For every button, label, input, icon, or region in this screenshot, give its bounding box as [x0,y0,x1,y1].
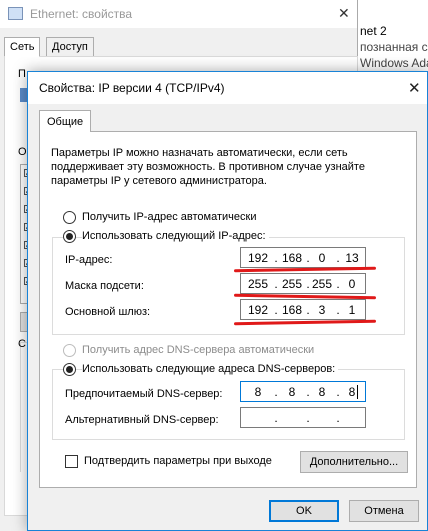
preferred-dns-label: Предпочитаемый DNS-сервер: [65,388,223,400]
gateway-octet: 168 [281,303,303,317]
connection-name: net 2 [360,24,387,38]
ip-auto-radio[interactable] [63,211,76,224]
network-adapter-icon [8,7,23,20]
dns-auto-label: Получить адрес DNS-сервера автоматически [82,344,315,356]
octet-separator: . [274,251,278,265]
ip-octet: 168 [281,251,303,265]
ip-address-label: IP-адрес: [65,254,113,266]
tab-general[interactable]: Общие [39,110,92,132]
alternate-dns-label: Альтернативный DNS-сервер: [65,414,219,426]
ip-auto-label: Получить IP-адрес автоматически [82,211,257,223]
partial-label: С [18,338,26,350]
gateway-octet: 192 [247,303,269,317]
gateway-octet: 1 [348,303,356,317]
ip-octet: 192 [247,251,269,265]
ip-octet: 13 [345,251,359,265]
ethernet-window-titlebar: Ethernet: свойства ✕ [0,0,357,28]
close-icon[interactable]: ✕ [338,5,350,22]
cancel-button[interactable]: Отмена [349,500,419,522]
description-text: Параметры IP можно назначать автоматичес… [51,147,365,187]
close-icon[interactable]: ✕ [408,79,421,97]
dns-octet: 8 [288,385,296,399]
ok-button[interactable]: OK [269,500,339,522]
connection-status: познанная се [360,40,428,54]
mask-octet: 255 [311,277,333,291]
default-gateway-field[interactable]: 192 . 168 . 3 . 1 [240,299,366,320]
partial-label: П [18,68,26,80]
octet-separator: . [274,385,278,399]
dns-octet: 8 [254,385,262,399]
general-panel: Параметры IP можно назначать автоматичес… [39,131,417,488]
ipv4-properties-dialog: Свойства: IP версии 4 (TCP/IPv4) ✕ Общие… [27,71,428,531]
dialog-title: Свойства: IP версии 4 (TCP/IPv4) [39,81,225,95]
tab-network[interactable]: Сеть [4,37,41,57]
octet-separator: . [274,411,278,425]
partial-label: О [18,146,27,158]
dns-auto-radio[interactable] [63,344,76,357]
advanced-button[interactable]: Дополнительно... [300,451,408,473]
alternate-dns-field[interactable]: . . . [240,407,366,428]
validate-on-exit-label: Подтвердить параметры при выходе [84,455,272,467]
dns-settings-group [52,369,405,440]
mask-octet: 255 [247,277,269,291]
dns-manual-radio[interactable] [63,363,76,376]
ethernet-window-title: Ethernet: свойства [30,7,133,21]
tab-sharing[interactable]: Доступ [46,37,94,57]
subnet-mask-field[interactable]: 255 . 255 . 255 . 0 [240,273,366,294]
gateway-octet: 3 [318,303,326,317]
ip-octet: 0 [318,251,326,265]
dns-octet: 8 [318,385,326,399]
adapter-name: Windows Ada [360,56,428,70]
octet-separator: . [274,303,278,317]
dns-octet: 8 [348,385,356,399]
dialog-titlebar: Свойства: IP версии 4 (TCP/IPv4) ✕ [28,72,427,104]
subnet-mask-label: Маска подсети: [65,280,144,292]
validate-on-exit-checkbox[interactable] [65,455,78,468]
octet-separator: . [274,277,278,291]
dns-manual-label: Использовать следующие адреса DNS-сервер… [82,363,339,375]
octet-separator: . [336,411,340,425]
default-gateway-label: Основной шлюз: [65,306,151,318]
octet-separator: . [306,411,310,425]
ip-address-field[interactable]: 192 . 168 . 0 . 13 [240,247,366,268]
text-caret [357,385,358,399]
mask-octet: 255 [281,277,303,291]
ip-manual-radio[interactable] [63,230,76,243]
preferred-dns-field[interactable]: 8 . 8 . 8 . 8 [240,381,366,402]
mask-octet: 0 [348,277,356,291]
ip-manual-label: Использовать следующий IP-адрес: [82,230,269,242]
